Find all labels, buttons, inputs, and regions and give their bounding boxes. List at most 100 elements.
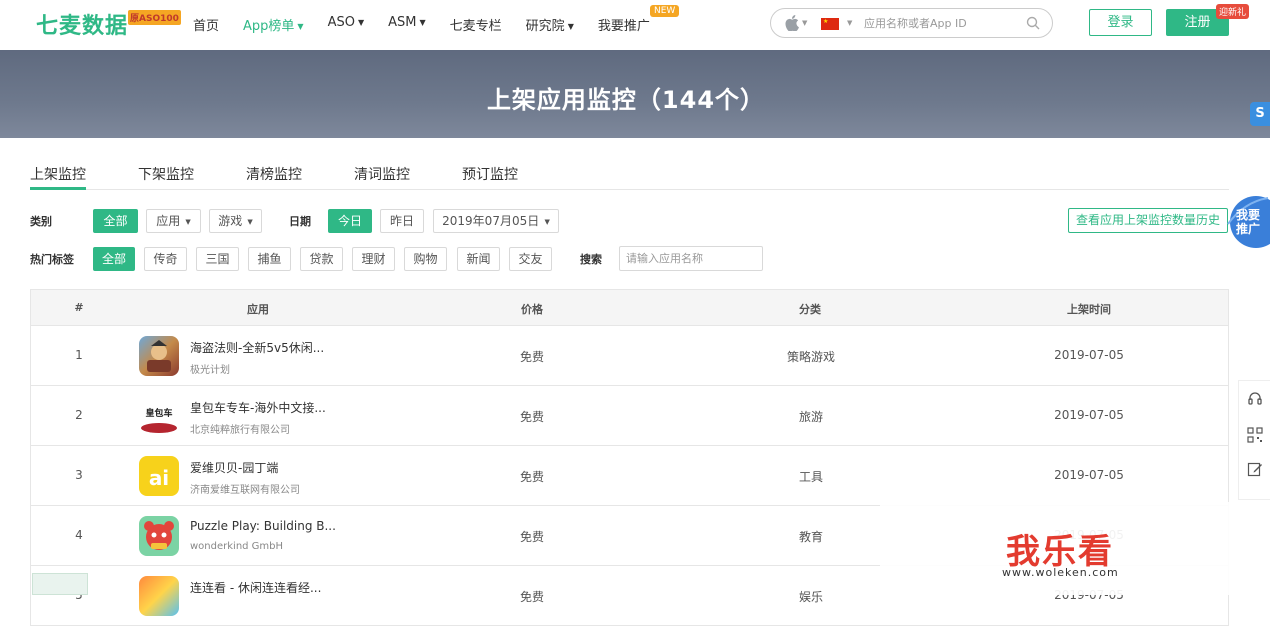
china-flag-icon[interactable]: ★	[821, 18, 839, 30]
tab-listing-monitor[interactable]: 上架监控	[30, 164, 86, 184]
nav-item-asm[interactable]: ASM ▼	[388, 15, 426, 34]
row-rank: 2	[75, 408, 83, 422]
category-game-dropdown[interactable]: 游戏 ▼	[209, 209, 262, 233]
app-name-search-input[interactable]	[619, 246, 763, 271]
chevron-down-icon: ▼	[542, 217, 550, 226]
new-badge: NEW	[650, 5, 680, 17]
app-icon[interactable]	[139, 576, 179, 616]
category-app-dropdown[interactable]: 应用 ▼	[146, 209, 201, 233]
nav-item-promote[interactable]: 我要推广	[598, 15, 650, 34]
tag-chip[interactable]: 购物	[404, 247, 447, 271]
row-date: 2019-07-05	[1054, 408, 1124, 422]
tag-chip[interactable]: 理财	[352, 247, 395, 271]
date-today-chip[interactable]: 今日	[328, 209, 372, 233]
row-rank: 3	[75, 468, 83, 482]
app-developer: 济南爱维互联网有限公司	[190, 485, 300, 496]
row-price: 免费	[519, 410, 544, 424]
tab-removal-monitor[interactable]: 下架监控	[138, 164, 194, 184]
tag-chip[interactable]: 传奇	[144, 247, 187, 271]
app-icon[interactable]: ai	[139, 456, 179, 496]
gift-badge: 迎新礼	[1216, 4, 1250, 19]
date-label: 日期	[289, 215, 311, 228]
row-category: 策略游戏	[786, 350, 835, 364]
app-name-link[interactable]: 连连看 - 休闲连连看经...	[190, 579, 321, 596]
logo-badge: 原ASO100	[128, 10, 181, 25]
chevron-down-icon: ▼	[183, 217, 191, 226]
column-header-release-date: 上架时间	[1067, 303, 1111, 316]
headset-icon[interactable]	[1247, 391, 1263, 407]
login-button[interactable]: 登录	[1089, 9, 1152, 36]
category-all-chip[interactable]: 全部	[93, 209, 138, 233]
watermark-url: www.woleken.com	[1002, 566, 1119, 579]
column-header-rank: #	[74, 301, 84, 314]
row-price: 免费	[519, 530, 544, 544]
tab-chart-clear-monitor[interactable]: 清榜监控	[246, 164, 302, 184]
side-toolbar	[1238, 380, 1270, 500]
app-developer: 极光计划	[190, 365, 230, 376]
row-rank: 4	[75, 528, 83, 542]
tag-chip[interactable]: 捕鱼	[248, 247, 291, 271]
tab-keyword-clear-monitor[interactable]: 清词监控	[354, 164, 410, 184]
main-nav: 首页 App榜单 ▼ ASO ▼ ASM ▼ 七麦专栏 研究院 ▼ 我要推广	[193, 15, 674, 34]
tag-chip-all[interactable]: 全部	[93, 247, 135, 271]
watermark-overlay: 我乐看 www.woleken.com	[880, 502, 1240, 595]
table-row[interactable]: 1 海盗法则-全新5v5休闲... 极光计划 免费 策略游戏 2019-07-0…	[31, 326, 1228, 386]
nav-item-home[interactable]: 首页	[193, 15, 219, 34]
chevron-down-icon[interactable]: ▼	[847, 19, 852, 27]
top-nav-bar: 七麦数据 原ASO100 首页 App榜单 ▼ ASO ▼ ASM ▼ 七麦专栏 研究…	[0, 0, 1270, 50]
promote-float-button[interactable]: 我要 推广	[1226, 194, 1270, 254]
active-tab-indicator	[30, 187, 86, 190]
tag-chip[interactable]: 三国	[196, 247, 239, 271]
listing-history-button[interactable]: 查看应用上架监控数量历史	[1068, 208, 1228, 233]
table-header: # 应用 价格 分类 上架时间	[31, 290, 1228, 326]
date-yesterday-chip[interactable]: 昨日	[380, 209, 424, 233]
hot-tags-label: 热门标签	[30, 253, 74, 266]
row-price: 免费	[519, 470, 544, 484]
app-icon[interactable]: 皇包车	[139, 396, 179, 436]
app-search-box: ▼ ★ ▼	[770, 8, 1053, 38]
app-name-link[interactable]: Puzzle Play: Building B...	[190, 519, 336, 533]
app-name-link[interactable]: 爱维贝贝-园丁端	[190, 459, 278, 476]
column-header-category: 分类	[799, 303, 821, 316]
tag-chip[interactable]: 交友	[509, 247, 552, 271]
row-category: 工具	[798, 470, 823, 484]
column-header-price: 价格	[521, 303, 543, 316]
nav-item-research[interactable]: 研究院 ▼	[526, 15, 574, 34]
search-icon[interactable]	[1026, 16, 1040, 30]
app-developer: 北京纯粹旅行有限公司	[190, 425, 290, 436]
row-category: 旅游	[798, 410, 823, 424]
page-banner: 上架应用监控（144个） S	[0, 50, 1270, 138]
app-name-link[interactable]: 皇包车专车-海外中文接...	[190, 399, 326, 416]
row-category: 教育	[798, 530, 823, 544]
nav-item-aso[interactable]: ASO ▼	[328, 15, 365, 34]
chevron-down-icon: ▼	[245, 217, 253, 226]
nav-item-app-rankings[interactable]: App榜单 ▼	[243, 15, 304, 34]
app-icon[interactable]	[139, 336, 179, 376]
edit-feedback-icon[interactable]	[1247, 461, 1263, 477]
apple-icon[interactable]	[785, 15, 799, 31]
app-icon[interactable]	[139, 516, 179, 556]
search-label: 搜索	[580, 253, 602, 266]
category-label: 类别	[30, 215, 52, 228]
app-name-link[interactable]: 海盗法则-全新5v5休闲...	[190, 339, 324, 356]
row-price: 免费	[519, 350, 544, 364]
tag-chip[interactable]: 贷款	[300, 247, 343, 271]
chevron-down-icon: ▼	[357, 18, 365, 27]
tab-preorder-monitor[interactable]: 预订监控	[462, 164, 518, 184]
chevron-down-icon: ▼	[419, 18, 426, 27]
site-logo[interactable]: 七麦数据	[36, 8, 128, 40]
chevron-down-icon[interactable]: ▼	[802, 19, 807, 27]
qr-code-icon[interactable]	[1247, 427, 1263, 443]
row-price: 免费	[519, 590, 544, 604]
side-widget-button[interactable]: S	[1250, 102, 1270, 126]
table-row[interactable]: 3 ai 爱维贝贝-园丁端 济南爱维互联网有限公司 免费 工具 2019-07-…	[31, 446, 1228, 506]
date-picker[interactable]: 2019年07月05日 ▼	[433, 209, 559, 233]
nav-item-column[interactable]: 七麦专栏	[450, 15, 502, 34]
search-input[interactable]	[864, 15, 1024, 31]
thumbnail-overlay	[32, 573, 88, 595]
tag-chip[interactable]: 新闻	[457, 247, 500, 271]
table-row[interactable]: 2 皇包车 皇包车专车-海外中文接... 北京纯粹旅行有限公司 免费 旅游 20…	[31, 386, 1228, 446]
row-rank: 1	[75, 348, 83, 362]
chevron-down-icon: ▼	[297, 22, 304, 31]
app-icon-text: ai	[148, 466, 170, 490]
